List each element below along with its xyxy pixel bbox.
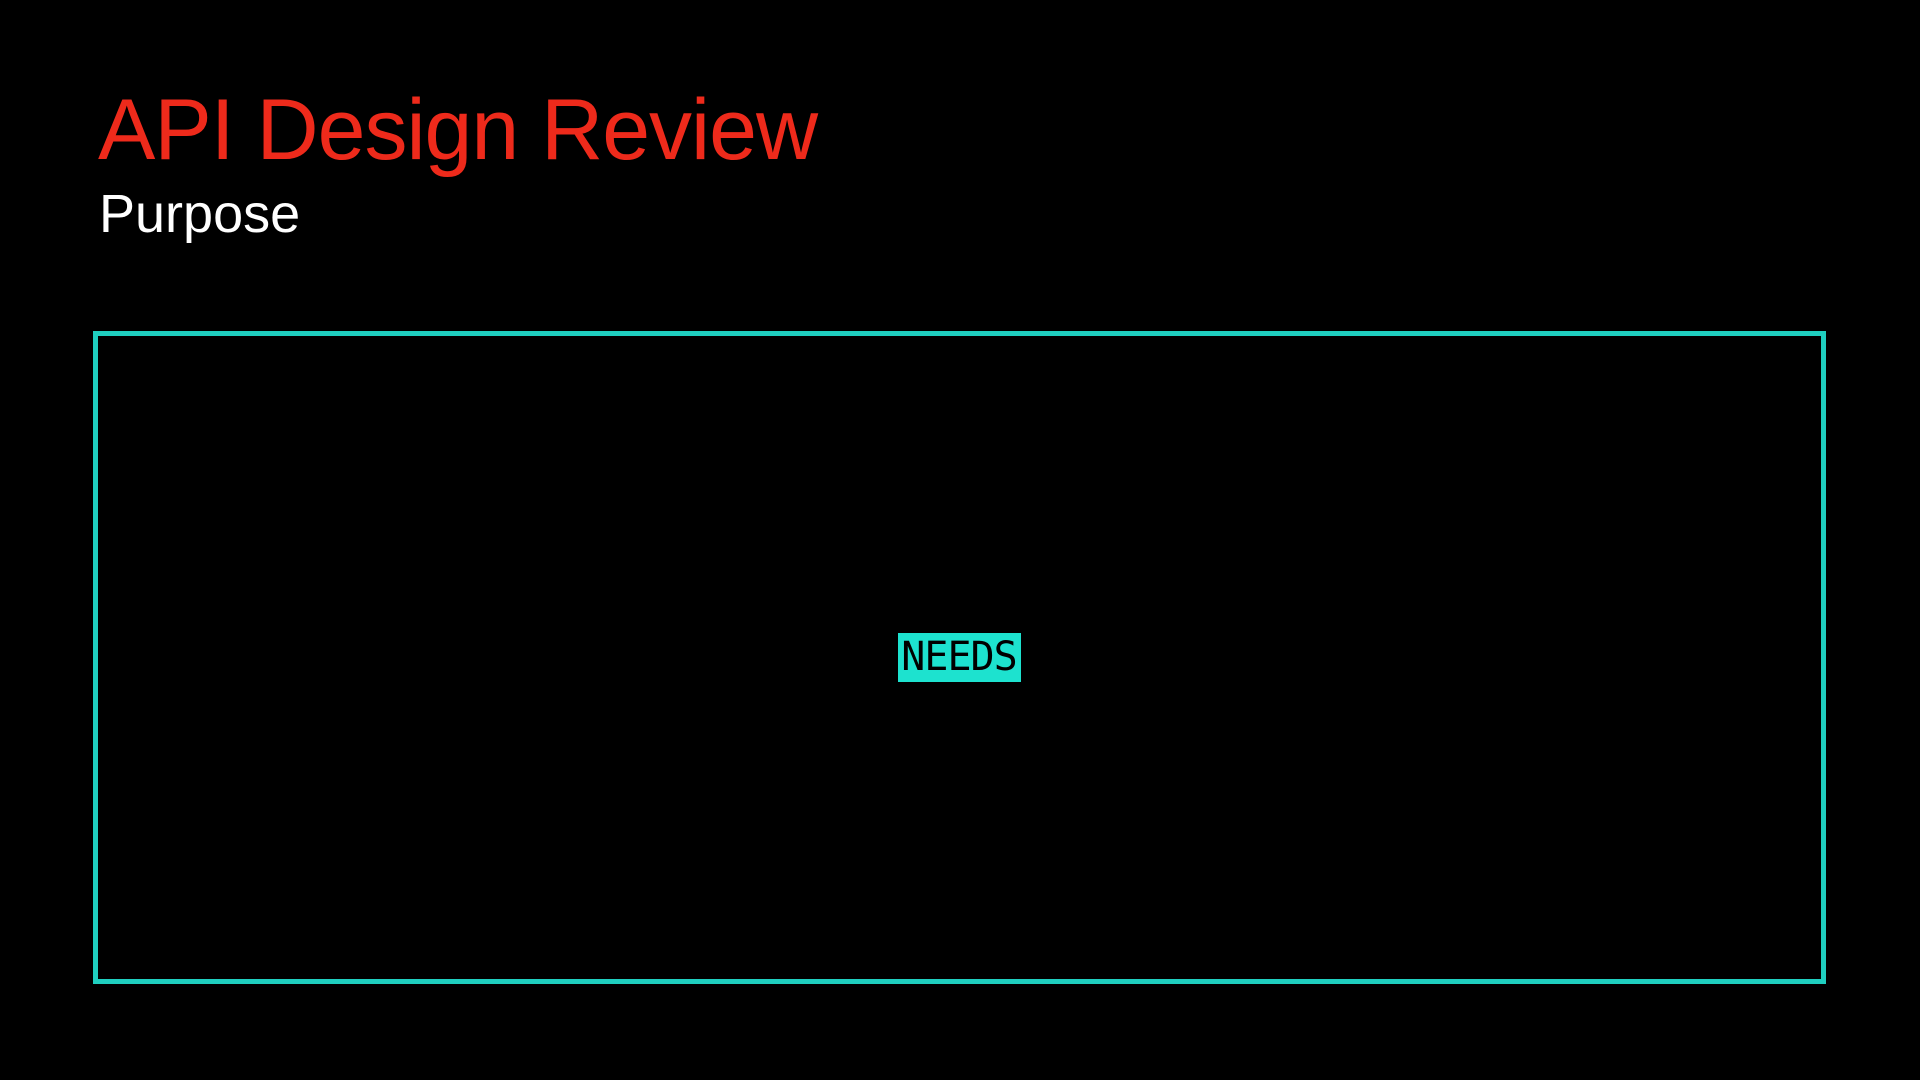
needs-placeholder-tag: NEEDS — [898, 633, 1021, 682]
slide-subtitle: Purpose — [99, 184, 301, 244]
slide-title: API Design Review — [98, 82, 818, 178]
content-placeholder-frame: NEEDS — [93, 331, 1826, 984]
slide: API Design Review Purpose NEEDS — [0, 0, 1920, 1080]
